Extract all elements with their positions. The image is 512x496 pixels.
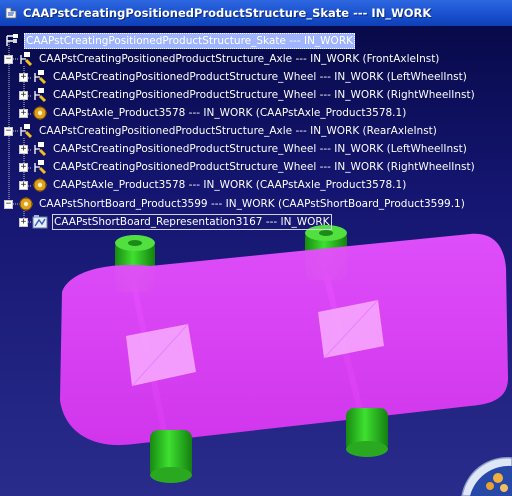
tree-node-label: CAAPstCreatingPositionedProductStructure… <box>53 89 475 101</box>
tree-node-label: CAAPstCreatingPositionedProductStructure… <box>53 143 467 155</box>
tree-node-label: CAAPstCreatingPositionedProductStructure… <box>53 71 467 83</box>
expand-icon[interactable]: + <box>19 181 28 190</box>
expand-icon[interactable]: + <box>19 73 28 82</box>
expand-icon[interactable]: + <box>19 218 28 227</box>
gear-icon <box>33 106 47 120</box>
tree-node-front-left-wheel[interactable]: + CAAPstCreatingPositionedProductStructu… <box>19 69 468 85</box>
tree-node-label: CAAPstCreatingPositionedProductStructure… <box>24 33 356 49</box>
collapse-icon[interactable]: − <box>4 200 13 209</box>
window-titlebar: CAAPstCreatingPositionedProductStructure… <box>0 0 512 26</box>
tree-node-rear-axle-part[interactable]: + CAAPstAxle_Product3578 --- IN_WORK (CA… <box>19 177 407 193</box>
tree-node-rear-left-wheel[interactable]: + CAAPstCreatingPositionedProductStructu… <box>19 141 468 157</box>
expand-icon[interactable]: + <box>19 145 28 154</box>
tree-node-label: CAAPstShortBoard_Representation3167 --- … <box>52 214 332 230</box>
collapse-icon[interactable]: − <box>4 127 13 136</box>
expand-icon[interactable]: + <box>19 163 28 172</box>
product-icon <box>20 124 33 139</box>
rear-right-wheel <box>346 408 388 457</box>
representation-icon <box>32 215 48 229</box>
front-right-wheel <box>150 430 192 483</box>
collapse-icon[interactable]: − <box>4 55 13 64</box>
product-icon <box>20 52 33 67</box>
tree-node-short-board[interactable]: − CAAPstShortBoard_Product3599 --- IN_WO… <box>4 196 466 212</box>
product-icon <box>34 88 47 103</box>
tree-node-label: CAAPstCreatingPositionedProductStructure… <box>39 53 440 65</box>
tree-node-rear-right-wheel[interactable]: + CAAPstCreatingPositionedProductStructu… <box>19 159 476 175</box>
tree-node-label: CAAPstShortBoard_Product3599 --- IN_WORK… <box>39 198 465 210</box>
product-icon <box>34 160 47 175</box>
product-root-icon <box>6 34 18 46</box>
expand-icon[interactable]: + <box>19 91 28 100</box>
app-icon <box>5 7 17 19</box>
3d-viewport[interactable]: CAAPstCreatingPositionedProductStructure… <box>0 26 512 496</box>
tree-node-label: CAAPstAxle_Product3578 --- IN_WORK (CAAP… <box>53 179 407 191</box>
tree-node-short-board-representation[interactable]: + CAAPstShortBoard_Representation3167 --… <box>19 214 332 230</box>
expand-icon[interactable]: + <box>19 109 28 118</box>
compass-logo-icon[interactable] <box>448 456 512 496</box>
specification-tree: CAAPstCreatingPositionedProductStructure… <box>0 26 512 236</box>
tree-node-label: CAAPstCreatingPositionedProductStructure… <box>39 125 437 137</box>
gear-icon <box>19 197 33 211</box>
tree-node-label: CAAPstCreatingPositionedProductStructure… <box>53 161 475 173</box>
product-icon <box>34 70 47 85</box>
tree-node-front-axle[interactable]: − CAAPstCreatingPositionedProductStructu… <box>4 51 440 67</box>
tree-node-front-right-wheel[interactable]: + CAAPstCreatingPositionedProductStructu… <box>19 87 476 103</box>
gear-icon <box>33 178 47 192</box>
tree-node-label: CAAPstAxle_Product3578 --- IN_WORK (CAAP… <box>53 107 407 119</box>
skateboard-deck <box>60 233 508 446</box>
window-title: CAAPstCreatingPositionedProductStructure… <box>23 6 432 20</box>
tree-node-front-axle-part[interactable]: + CAAPstAxle_Product3578 --- IN_WORK (CA… <box>19 105 407 121</box>
tree-node-rear-axle[interactable]: − CAAPstCreatingPositionedProductStructu… <box>4 123 438 139</box>
tree-node-root[interactable]: CAAPstCreatingPositionedProductStructure… <box>4 33 356 49</box>
product-icon <box>34 142 47 157</box>
